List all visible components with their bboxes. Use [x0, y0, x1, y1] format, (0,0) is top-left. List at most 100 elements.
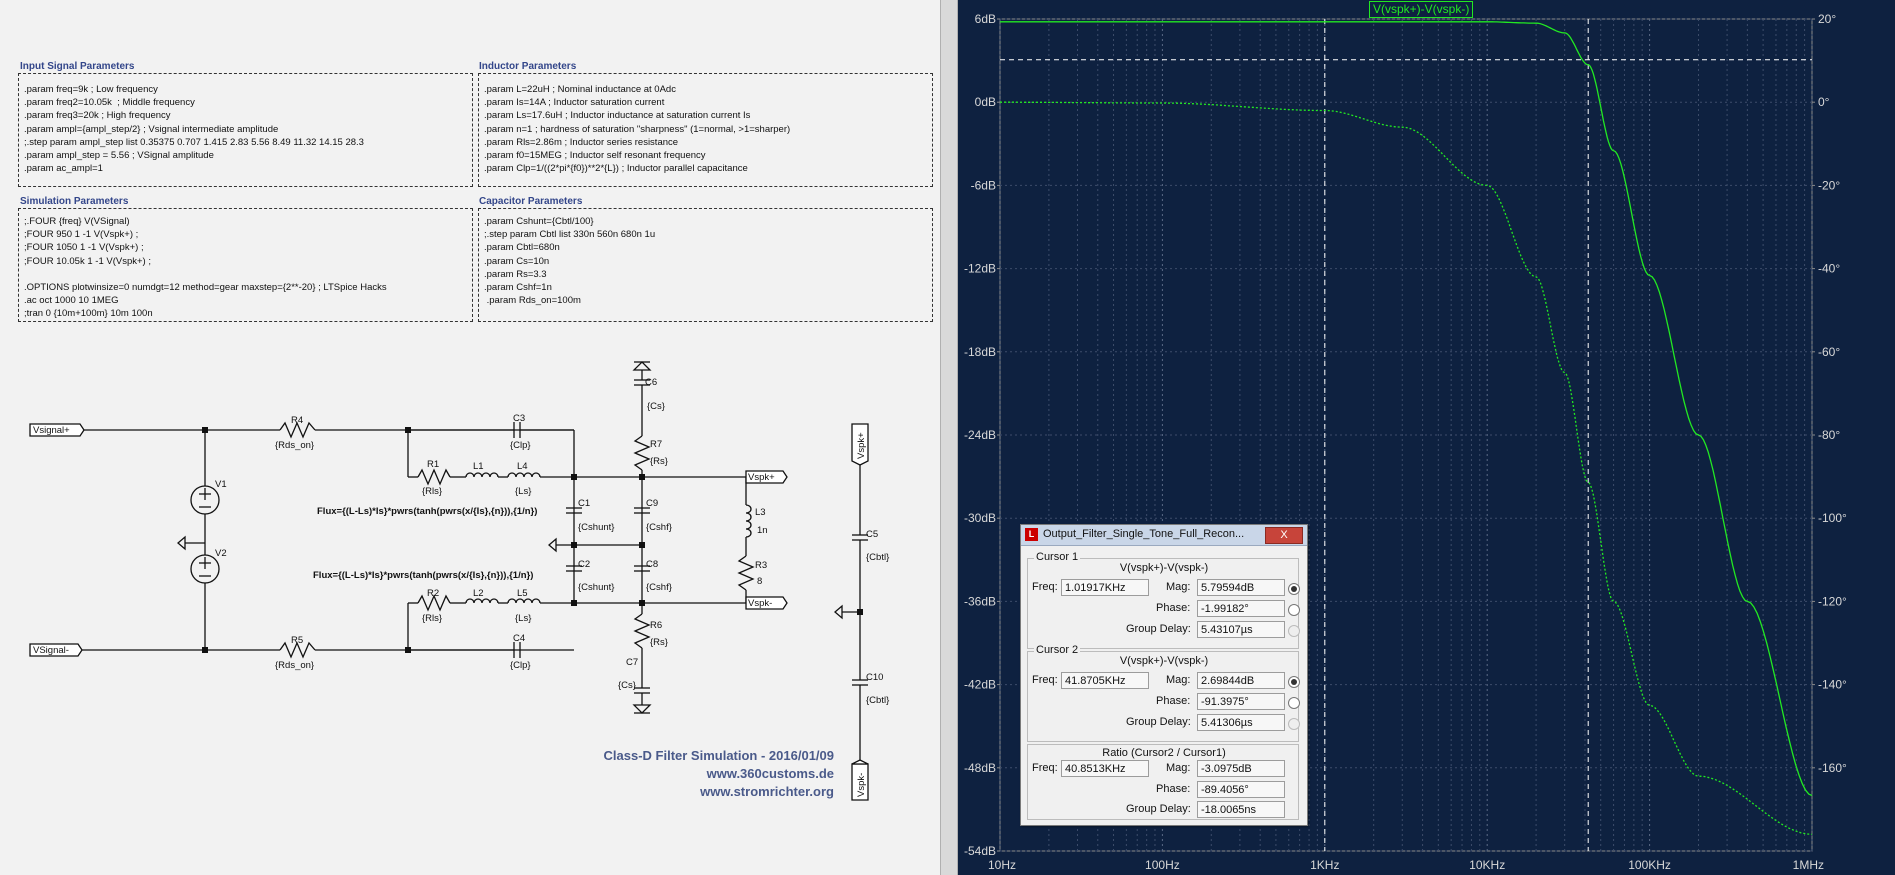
value-c7: {Cs} — [618, 680, 636, 691]
ratio-mag-field[interactable]: -3.0975dB — [1197, 760, 1285, 777]
x-tick-label: 10Hz — [988, 858, 1016, 872]
cursor1-trace: V(vspk+)-V(vspk-) — [1119, 562, 1209, 574]
cursor2-freq-label: Freq: — [1032, 674, 1058, 686]
y2-tick-label-deg: -20° — [1818, 178, 1840, 192]
ratio-group: Ratio (Cursor2 / Cursor1) Freq: 40.8513K… — [1027, 744, 1299, 820]
y-tick-label-db: -18dB — [964, 345, 996, 359]
y-tick-label-db: -42dB — [964, 678, 996, 692]
cursor2-phase-field[interactable]: -91.3975° — [1197, 693, 1285, 710]
value-r4: {Rds_on} — [275, 440, 314, 451]
y-tick-label-db: -24dB — [964, 428, 996, 442]
label-l1: L1 — [473, 461, 484, 472]
cursor1-phase-field[interactable]: -1.99182° — [1197, 600, 1285, 617]
trace-legend[interactable]: V(vspk+)-V(vspk-) — [1369, 1, 1474, 18]
cursor1-mag-field[interactable]: 5.79594dB — [1197, 579, 1285, 596]
y2-tick-label-deg: -60° — [1818, 345, 1840, 359]
right-axis-ticks: 20° 0° -20° -40° -60° -80° -100° -120° -140° -160… — [1812, 12, 1847, 775]
cursor1-gd-field[interactable]: 5.43107µs — [1197, 621, 1285, 638]
value-r5: {Rds_on} — [275, 660, 314, 671]
label-c2: C2 — [578, 559, 590, 570]
pane-splitter[interactable] — [940, 0, 958, 875]
dialog-title: Output_Filter_Single_Tone_Full_Recon... — [1043, 528, 1245, 540]
net-vsignal-plus: Vsignal+ — [33, 425, 70, 436]
label-c7: C7 — [626, 657, 638, 668]
cursor2-gd-radio[interactable] — [1288, 718, 1300, 730]
x-tick-label: 1KHz — [1310, 858, 1339, 872]
net-vspk-plus-vertical: Vspk+ — [856, 432, 867, 459]
flux-expr-bottom: Flux={(L-Ls)*Is}*pwrs(tanh(pwrs(x/{Is},{… — [313, 570, 533, 581]
credit-url-2[interactable]: www.stromrichter.org — [700, 784, 834, 799]
cursor2-phase-radio[interactable] — [1288, 697, 1300, 709]
label-c9: C9 — [646, 498, 658, 509]
y-tick-label-db: -54dB — [964, 844, 996, 858]
cursor-dialog[interactable]: L Output_Filter_Single_Tone_Full_Recon..… — [1020, 524, 1308, 826]
cursor1-gd-radio[interactable] — [1288, 625, 1300, 637]
label-r5: R5 — [291, 635, 303, 646]
net-vspk-plus: Vspk+ — [748, 472, 775, 483]
cursor2-mag-label: Mag: — [1166, 674, 1191, 686]
label-r6: R6 — [650, 620, 662, 631]
x-tick-label: 100KHz — [1628, 858, 1671, 872]
y-tick-label-db: -36dB — [964, 594, 996, 608]
value-l5: {Ls} — [515, 613, 531, 624]
label-c5: C5 — [866, 529, 878, 540]
x-axis-ticks: 10Hz 100Hz 1KHz 10KHz 100KHz 1MHz — [988, 858, 1824, 872]
value-l4: {Ls} — [515, 486, 531, 497]
dialog-titlebar[interactable]: L Output_Filter_Single_Tone_Full_Recon..… — [1021, 525, 1307, 546]
cursor1-freq-label: Freq: — [1032, 581, 1058, 593]
ratio-freq-label: Freq: — [1032, 762, 1058, 774]
net-vspk-minus-vertical: Vspk- — [856, 773, 867, 797]
label-c6: C6 — [645, 377, 657, 388]
circuit-diagram: Vsignal+ VSignal- Vspk+ Vspk- Vspk+ Vspk… — [29, 361, 889, 801]
label-l3: L3 — [755, 507, 766, 518]
cursor2-phase-label: Phase: — [1156, 695, 1191, 707]
y-tick-label-db: -6dB — [971, 178, 996, 192]
y2-tick-label-deg: -80° — [1818, 428, 1840, 442]
y2-tick-label-deg: 20° — [1818, 12, 1836, 26]
y2-tick-label-deg: 0° — [1818, 95, 1830, 109]
value-l3: 1n — [757, 525, 768, 536]
cursor1-mag-label: Mag: — [1166, 581, 1191, 593]
value-r3: 8 — [757, 576, 762, 587]
schematic-pane: Input Signal Parameters .param freq=9k ;… — [0, 0, 940, 875]
value-r1: {Rls} — [422, 486, 442, 497]
y2-tick-label-deg: -160° — [1818, 761, 1847, 775]
label-r1: R1 — [427, 459, 439, 470]
label-c1: C1 — [578, 498, 590, 509]
x-tick-label: 100Hz — [1145, 858, 1180, 872]
y2-tick-label-deg: -100° — [1818, 511, 1847, 525]
label-r7: R7 — [650, 439, 662, 450]
value-r6: {Rs} — [650, 637, 668, 648]
cursor2-gd-field[interactable]: 5.41306µs — [1197, 714, 1285, 731]
credit-url-1[interactable]: www.360customs.de — [707, 766, 834, 781]
cursor1-phase-label: Phase: — [1156, 602, 1191, 614]
ratio-mag-label: Mag: — [1166, 762, 1191, 774]
cursor2-mag-field[interactable]: 2.69844dB — [1197, 672, 1285, 689]
value-c6: {Cs} — [647, 401, 665, 412]
cursor2-trace: V(vspk+)-V(vspk-) — [1119, 655, 1209, 667]
ratio-phase-label: Phase: — [1156, 783, 1191, 795]
ratio-freq-field[interactable]: 40.8513KHz — [1061, 760, 1149, 777]
y2-tick-label-deg: -140° — [1818, 678, 1847, 692]
cursor2-group: Cursor 2 V(vspk+)-V(vspk-) Freq: 41.8705… — [1027, 644, 1300, 742]
label-c4: C4 — [513, 633, 525, 644]
y-tick-label-db: 0dB — [975, 95, 996, 109]
ratio-phase-field[interactable]: -89.4056° — [1197, 781, 1285, 798]
label-c8: C8 — [646, 559, 658, 570]
label-l2: L2 — [473, 588, 484, 599]
credit-title: Class-D Filter Simulation - 2016/01/09 — [603, 748, 834, 763]
y-tick-label-db: -12dB — [964, 262, 996, 276]
cursor1-mag-radio[interactable] — [1288, 583, 1300, 595]
value-c1: {Cshunt} — [578, 522, 614, 533]
y2-tick-label-deg: -120° — [1818, 594, 1847, 608]
value-c9: {Cshf} — [646, 522, 672, 533]
cursor2-mag-radio[interactable] — [1288, 676, 1300, 688]
cursor1-freq-field[interactable]: 1.01917KHz — [1061, 579, 1149, 596]
value-c4: {Clp} — [510, 660, 531, 671]
cursor2-freq-field[interactable]: 41.8705KHz — [1061, 672, 1149, 689]
close-button[interactable]: X — [1265, 527, 1303, 544]
ratio-gd-field[interactable]: -18.0065ns — [1197, 801, 1285, 818]
label-l5: L5 — [517, 588, 528, 599]
value-c5: {Cbtl} — [866, 552, 889, 563]
cursor1-phase-radio[interactable] — [1288, 604, 1300, 616]
